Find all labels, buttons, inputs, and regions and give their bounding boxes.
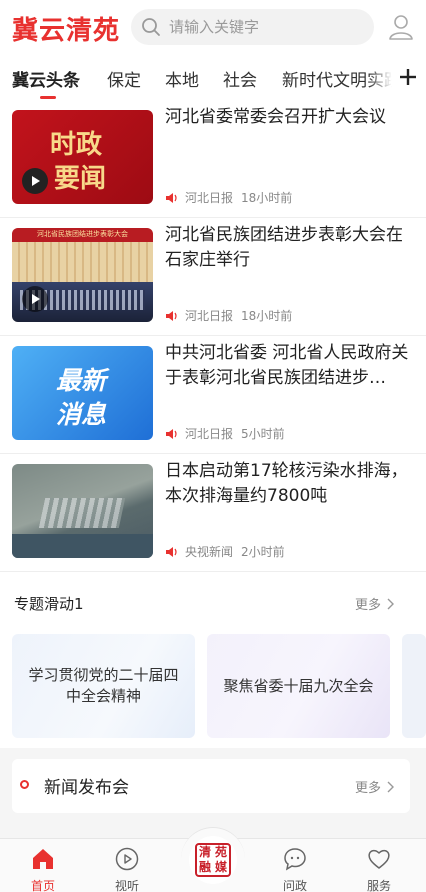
- nav-video[interactable]: 视听: [92, 839, 162, 892]
- news-time: 18小时前: [241, 309, 293, 323]
- thumb-text-line: 时政: [50, 130, 103, 160]
- news-source: 央视新闻: [185, 545, 234, 559]
- audio-icon: [166, 428, 177, 439]
- logo-char: 清: [198, 845, 211, 859]
- news-source: 河北日报: [185, 427, 234, 441]
- news-title: 河北省委常委会召开扩大会议: [165, 107, 386, 127]
- news-thumbnail: 最新 消息: [12, 346, 153, 440]
- news-source: 河北日报: [185, 309, 234, 323]
- nav-label: 问政: [282, 879, 307, 892]
- press-conference-section[interactable]: 新闻发布会 更多: [12, 759, 410, 813]
- nav-label: 首页: [30, 879, 55, 892]
- news-time: 18小时前: [241, 191, 293, 205]
- video-play-button[interactable]: [22, 168, 48, 194]
- press-more-link[interactable]: 更多: [355, 777, 397, 796]
- search-bar[interactable]: [131, 9, 374, 45]
- news-thumbnail: 河北省民族团结进步表彰大会: [12, 228, 153, 322]
- nav-home[interactable]: 首页: [8, 839, 78, 892]
- nav-inquiry[interactable]: 问政: [260, 839, 330, 892]
- nav-label: 视听: [114, 879, 139, 892]
- more-label: 更多: [355, 781, 382, 796]
- chevron-right-icon: [387, 781, 395, 792]
- app-logo: 冀云清苑: [12, 16, 121, 46]
- plus-icon: [400, 69, 416, 85]
- tabs-fade: [368, 56, 392, 100]
- news-item[interactable]: 最新 消息 中共河北省委 河北省人民政府关于表彰河北省民族团结进步… 河北日报 …: [0, 336, 426, 454]
- thumb-text-line: 最新: [56, 366, 107, 395]
- topic-card-title: 学习贯彻党的二十届四中全会精神: [28, 666, 179, 705]
- home-icon: [33, 849, 53, 869]
- heart-icon: [368, 849, 390, 869]
- audio-icon: [166, 192, 177, 203]
- news-item[interactable]: 河北省民族团结进步表彰大会 河北省民族团结进步表彰大会在石家庄举行 河北日报 1…: [0, 218, 426, 336]
- topics-more-link[interactable]: 更多: [355, 594, 397, 613]
- topics-section-title: 专题滑动1: [14, 595, 84, 613]
- search-input[interactable]: [169, 18, 359, 36]
- thumb-banner: 河北省民族团结进步表彰大会: [37, 231, 128, 238]
- audio-icon: [166, 546, 177, 557]
- topic-card[interactable]: 聚焦省委十届九次全会: [207, 634, 390, 738]
- thumb-text-line: 消息: [56, 400, 107, 429]
- logo-char: 媒: [214, 860, 227, 874]
- chat-icon: [284, 848, 306, 871]
- logo-char: 融: [198, 860, 211, 874]
- news-item[interactable]: 日本启动第17轮核污染水排海，本次排海量约7800吨 央视新闻 2小时前: [0, 454, 426, 572]
- tab-local[interactable]: 本地: [165, 66, 199, 91]
- topic-card[interactable]: 学习贯彻党的二十届四中全会精神: [12, 634, 195, 738]
- play-circle-icon: [115, 847, 139, 871]
- topic-card-title: 聚焦省委十届九次全会: [223, 676, 374, 695]
- thumb-text-line: 要闻: [54, 164, 107, 194]
- news-item[interactable]: 时政 要闻 河北省委常委会召开扩大会议 河北日报 18小时前: [0, 100, 426, 218]
- news-meta: 河北日报 18小时前: [165, 307, 292, 324]
- center-logo-button[interactable]: 清 苑 融 媒: [181, 827, 245, 891]
- add-channel-button[interactable]: [392, 56, 426, 100]
- app-header: 冀云清苑: [0, 0, 426, 56]
- more-label: 更多: [355, 598, 382, 613]
- news-title: 河北省民族团结进步表彰大会在石家庄举行: [165, 225, 403, 270]
- tab-baoding[interactable]: 保定: [107, 66, 141, 91]
- news-title: 日本启动第17轮核污染水排海，本次排海量约7800吨: [165, 461, 408, 506]
- news-meta: 央视新闻 2小时前: [165, 543, 285, 560]
- play-icon: [32, 294, 40, 304]
- user-icon: [389, 15, 413, 40]
- tab-headlines[interactable]: 冀云头条: [12, 66, 80, 91]
- section-dot-icon: [20, 780, 29, 789]
- nav-label: 服务: [366, 879, 391, 892]
- chevron-right-icon: [387, 598, 395, 609]
- news-meta: 河北日报 5小时前: [165, 425, 285, 442]
- user-profile-button[interactable]: [388, 13, 414, 41]
- news-source: 河北日报: [185, 191, 234, 205]
- search-icon: [142, 18, 160, 36]
- news-title: 中共河北省委 河北省人民政府关于表彰河北省民族团结进步…: [165, 343, 409, 388]
- news-time: 2小时前: [241, 545, 285, 559]
- news-thumbnail: [12, 464, 153, 558]
- logo-char: 苑: [214, 845, 227, 859]
- topic-card-peek[interactable]: [402, 634, 426, 738]
- active-tab-indicator: [40, 96, 56, 99]
- nav-service[interactable]: 服务: [344, 839, 414, 892]
- news-meta: 河北日报 18小时前: [165, 189, 292, 206]
- video-play-button[interactable]: [22, 286, 48, 312]
- center-logo: 清 苑 融 媒: [189, 836, 237, 884]
- play-icon: [32, 176, 40, 186]
- news-time: 5小时前: [241, 427, 285, 441]
- channel-tabs: 冀云头条 保定 本地 社会 新时代文明实践: [0, 56, 426, 100]
- audio-icon: [166, 310, 177, 321]
- press-section-title: 新闻发布会: [44, 778, 129, 798]
- tab-society[interactable]: 社会: [223, 66, 257, 91]
- news-thumbnail: 时政 要闻: [12, 110, 153, 204]
